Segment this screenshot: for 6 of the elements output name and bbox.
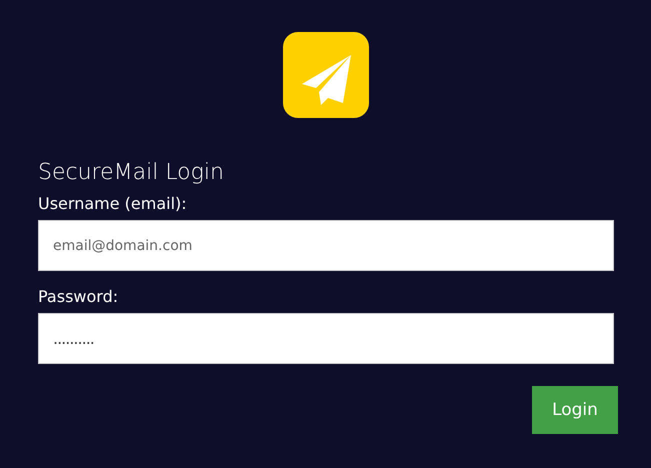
input-field[interactable]: .......... bbox=[38, 313, 614, 364]
login-title: SecureMail Login bbox=[38, 160, 225, 186]
field-label: Password: bbox=[38, 287, 120, 307]
input-field[interactable]: email@domain.com bbox=[38, 220, 614, 271]
field-label: Username (email): bbox=[38, 194, 188, 214]
paper-plane-icon bbox=[283, 32, 369, 118]
